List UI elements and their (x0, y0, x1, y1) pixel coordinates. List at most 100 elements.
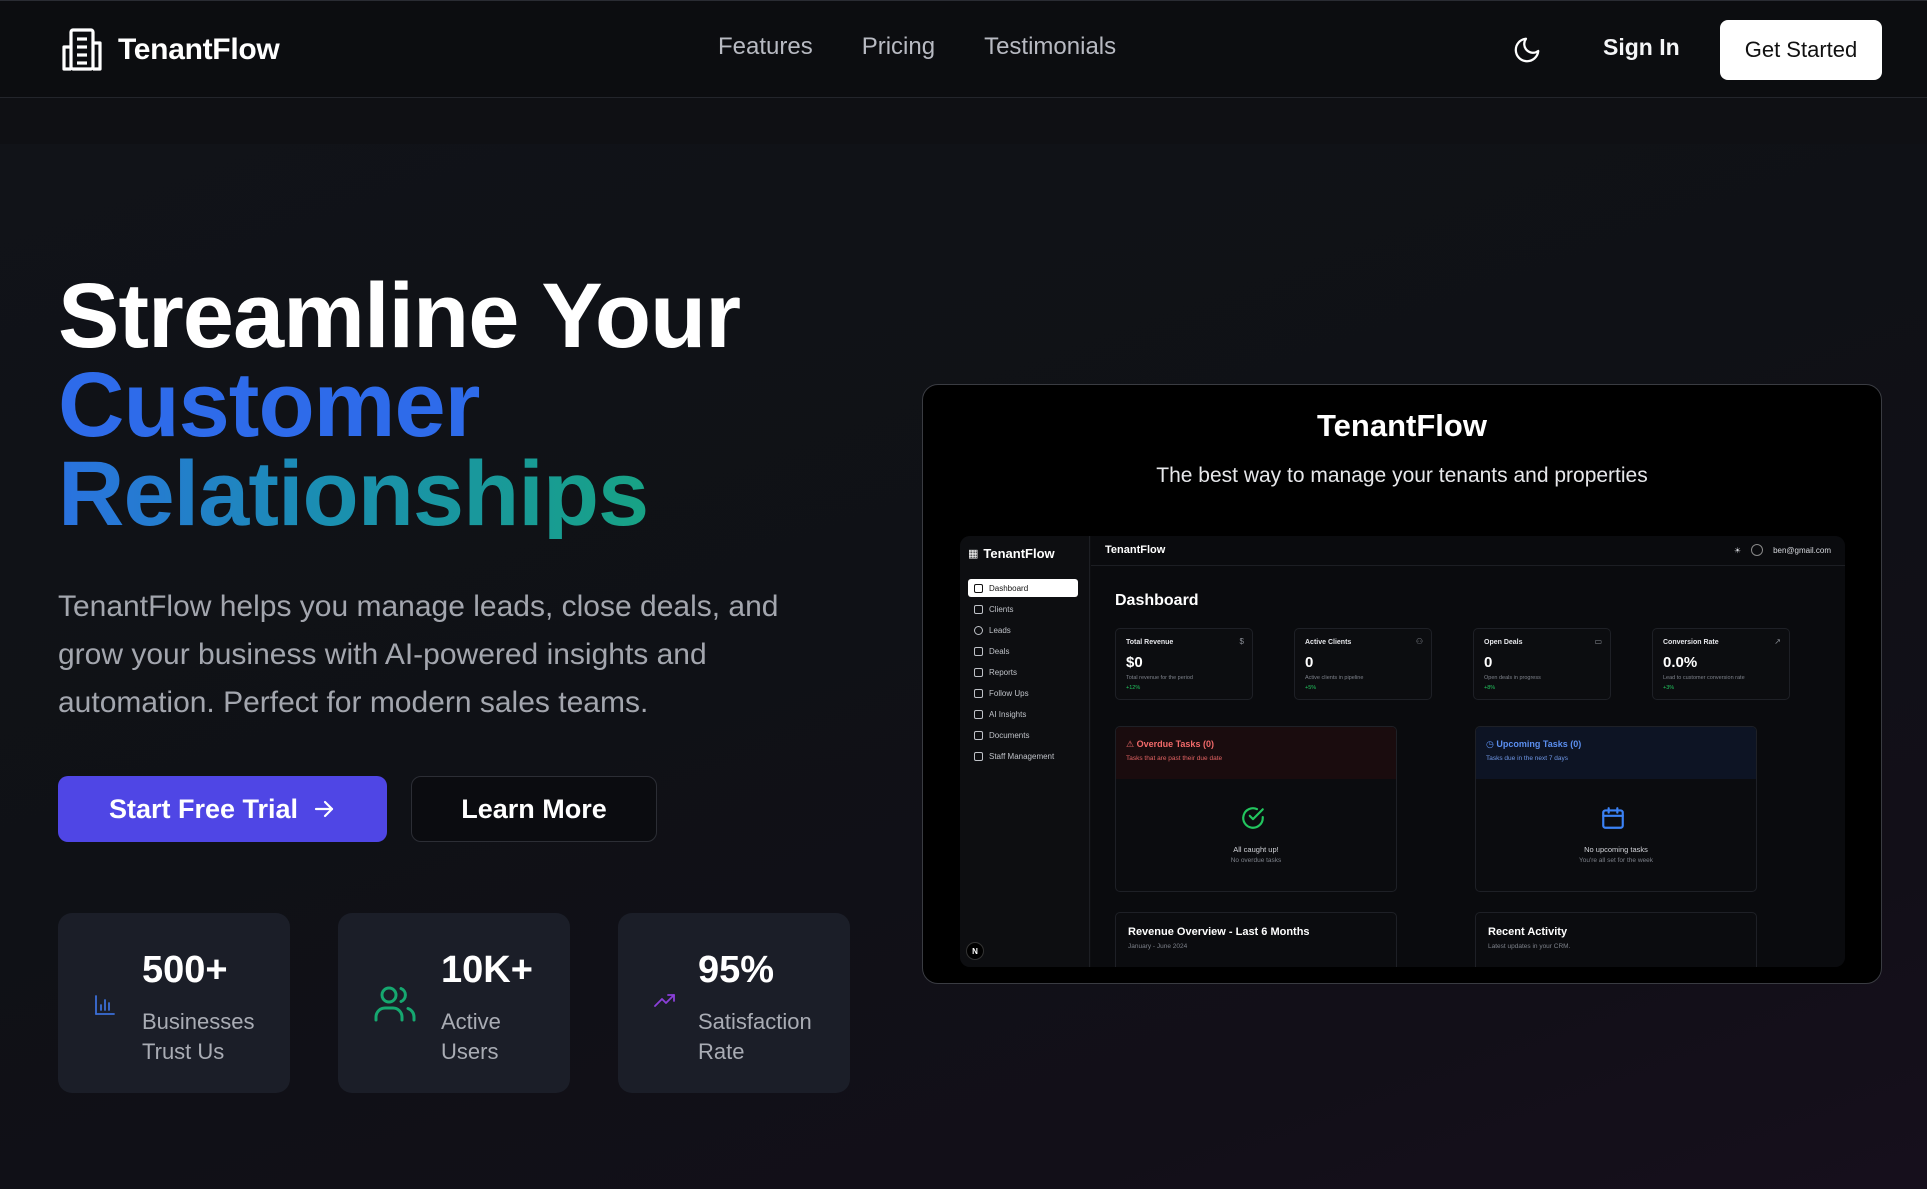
kpi-title: Open Deals (1484, 639, 1523, 646)
sun-icon[interactable]: ☀ (1734, 546, 1741, 555)
headline-line-1: Streamline Your (58, 265, 741, 367)
kpi-value: 0 (1305, 654, 1314, 671)
nav-link-features[interactable]: Features (718, 33, 813, 61)
stat-label: Satisfaction (698, 1009, 812, 1034)
kpi-title: Conversion Rate (1663, 639, 1719, 646)
sidebar-item-staff-management[interactable]: Staff Management (968, 747, 1078, 765)
kpi-sub: Open deals in progress (1484, 675, 1541, 681)
sidebar-item-label: Follow Ups (989, 688, 1029, 698)
sidebar-item-follow-ups[interactable]: Follow Ups (968, 684, 1078, 702)
brand[interactable]: TenantFlow (59, 27, 280, 72)
top-nav: TenantFlow Features Pricing Testimonials… (0, 0, 1927, 98)
upcoming-sub: Tasks due in the next 7 days (1486, 755, 1569, 762)
clipboard-icon (974, 688, 983, 698)
get-started-button[interactable]: Get Started (1720, 20, 1882, 80)
upcoming-tasks-card: ◷ Upcoming Tasks (0) Tasks due in the ne… (1475, 726, 1757, 892)
kpi-sub: Lead to customer conversion rate (1663, 675, 1745, 681)
stat-value: 500+ (142, 949, 228, 991)
sidebar-item-dashboard[interactable]: Dashboard (968, 579, 1078, 597)
overdue-sub: Tasks that are past their due date (1126, 755, 1223, 762)
sidebar-item-label: Leads (989, 625, 1011, 635)
stat-value: 10K+ (441, 949, 533, 991)
kpi-card-conversion: Conversion Rate ↗ 0.0% Lead to customer … (1652, 628, 1790, 700)
sidebar-item-label: Deals (989, 646, 1010, 656)
sidebar-item-leads[interactable]: Leads (968, 621, 1078, 639)
overdue-header: ⚠ Overdue Tasks (0) Tasks that are past … (1116, 727, 1396, 779)
sidebar-item-label: Reports (989, 667, 1018, 677)
preview-subtitle: The best way to manage your tenants and … (1156, 464, 1648, 487)
revenue-overview-sub: January - June 2024 (1128, 943, 1188, 950)
sidebar-item-clients[interactable]: Clients (968, 600, 1078, 618)
sidebar-item-label: Staff Management (989, 751, 1055, 761)
file-icon (974, 730, 983, 740)
dashboard-icon (974, 583, 983, 593)
check-circle-icon (1242, 807, 1264, 829)
sidebar-item-reports[interactable]: Reports (968, 663, 1078, 681)
overdue-title-text: Overdue Tasks (0) (1136, 739, 1214, 749)
sparkles-icon (974, 709, 983, 719)
upcoming-header: ◷ Upcoming Tasks (0) Tasks due in the ne… (1476, 727, 1756, 779)
sidebar-item-ai-insights[interactable]: AI Insights (968, 705, 1078, 723)
app-main: TenantFlow ☀ ben@gmail.com Dashboard Tot… (1091, 536, 1845, 967)
hero-description: TenantFlow helps you manage leads, close… (58, 590, 779, 719)
stat-card-satisfaction: 95% Satisfaction Rate (618, 913, 850, 1093)
kpi-title: Active Clients (1305, 639, 1352, 646)
kpi-value: 0.0% (1663, 654, 1698, 671)
recent-activity-sub: Latest updates in your CRM. (1488, 943, 1571, 950)
kpi-sub: Total revenue for the period (1126, 675, 1193, 681)
product-preview-card: TenantFlow The best way to manage your t… (922, 384, 1882, 984)
briefcase-icon (974, 646, 983, 656)
sidebar-item-deals[interactable]: Deals (968, 642, 1078, 660)
n-badge[interactable]: N (966, 942, 984, 960)
calendar-icon (1602, 807, 1624, 829)
user-email[interactable]: ben@gmail.com (1773, 546, 1831, 555)
bar-chart-icon (974, 667, 983, 677)
revenue-overview-title: Revenue Overview - Last 6 Months (1128, 926, 1310, 938)
stat-label: Active (441, 1009, 501, 1034)
sidebar-item-documents[interactable]: Documents (968, 726, 1078, 744)
sidebar-item-label: Dashboard (989, 583, 1029, 593)
headline-line-3: Relationships (58, 448, 740, 540)
target-icon (974, 625, 983, 635)
nav-links: Features Pricing Testimonials (718, 33, 1116, 61)
sign-in-link[interactable]: Sign In (1603, 34, 1680, 61)
kpi-card-clients: Active Clients ⚇ 0 Active clients in pip… (1294, 628, 1432, 700)
headline-line-2: Customer (58, 354, 480, 456)
building-icon (62, 28, 102, 71)
dashboard-heading: Dashboard (1115, 592, 1199, 609)
sidebar-item-label: Clients (989, 604, 1014, 614)
app-top-title: TenantFlow (1105, 544, 1166, 556)
users-icon: ⚇ (1415, 637, 1423, 646)
upcoming-empty-sub: You're all set for the week (1579, 857, 1653, 864)
overdue-empty-sub: No overdue tasks (1230, 857, 1282, 864)
user-avatar-icon[interactable] (1751, 544, 1764, 556)
stat-value: 95% (698, 949, 775, 991)
nav-link-pricing[interactable]: Pricing (862, 33, 935, 61)
moon-icon[interactable] (1512, 35, 1542, 65)
upcoming-title: ◷ Upcoming Tasks (0) (1486, 739, 1582, 749)
sidebar-item-label: AI Insights (989, 709, 1027, 719)
kpi-card-revenue: Total Revenue $ $0 Total revenue for the… (1115, 628, 1253, 700)
users-icon (374, 986, 416, 1022)
recent-activity-title: Recent Activity (1488, 926, 1568, 938)
app-brand-name: TenantFlow (983, 546, 1055, 561)
stat-card-businesses: 500+ Businesses Trust Us (58, 913, 290, 1093)
upcoming-empty-title: No upcoming tasks (1584, 845, 1648, 854)
nav-spacer (0, 98, 1927, 144)
briefcase-icon: ▭ (1594, 637, 1602, 646)
start-free-trial-button[interactable]: Start Free Trial (58, 776, 387, 842)
kpi-delta: +3% (1663, 685, 1675, 691)
kpi-delta: +8% (1484, 685, 1496, 691)
learn-more-button[interactable]: Learn More (411, 776, 657, 842)
nav-link-testimonials[interactable]: Testimonials (984, 33, 1116, 61)
kpi-sub: Active clients in pipeline (1305, 675, 1364, 681)
app-brand: ▦ TenantFlow (968, 546, 1055, 561)
arrow-right-icon (314, 800, 334, 818)
overdue-title: ⚠ Overdue Tasks (0) (1126, 739, 1214, 749)
users-icon (974, 604, 983, 614)
preview-title: TenantFlow (1317, 408, 1487, 443)
trending-up-icon (654, 994, 675, 1007)
brand-name: TenantFlow (118, 32, 280, 66)
overdue-tasks-card: ⚠ Overdue Tasks (0) Tasks that are past … (1115, 726, 1397, 892)
user-cog-icon (974, 751, 983, 761)
